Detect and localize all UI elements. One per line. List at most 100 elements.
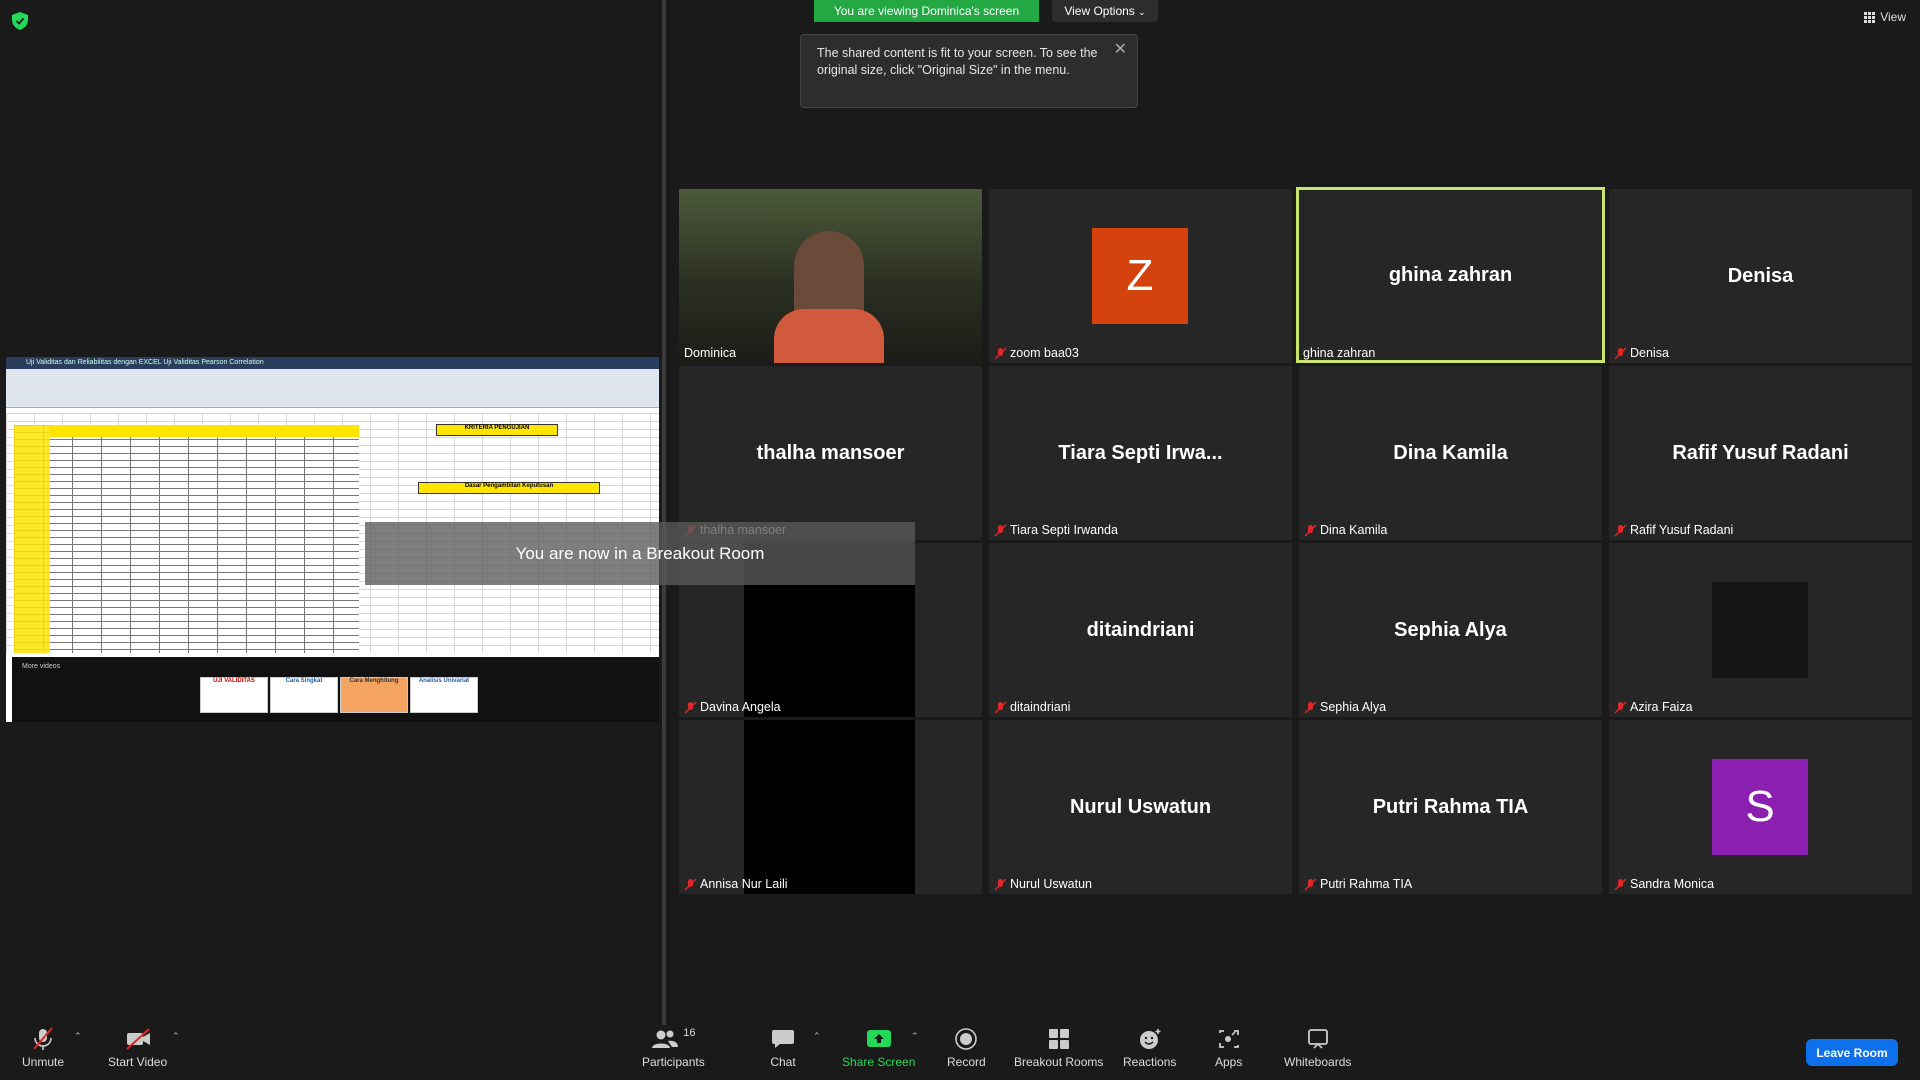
whiteboard-icon: [1307, 1029, 1328, 1049]
mic-muted-icon: [994, 523, 1007, 537]
participant-tile[interactable]: Nurul Uswatun Nurul Uswatun: [989, 720, 1292, 894]
reactions-label: Reactions: [1123, 1055, 1177, 1069]
record-button[interactable]: Record: [947, 1027, 986, 1069]
participant-label: Sephia Alya: [1304, 700, 1386, 714]
apps-icon: [1218, 1030, 1239, 1048]
chevron-up-icon[interactable]: ⌃: [813, 1031, 821, 1042]
chat-button[interactable]: Chat: [770, 1027, 796, 1069]
participant-tile[interactable]: Tiara Septi Irwa... Tiara Septi Irwanda: [989, 366, 1292, 540]
video-thumb[interactable]: Analisis Univariat: [410, 677, 478, 713]
participant-tile[interactable]: ditaindriani ditaindriani: [989, 543, 1292, 717]
video-thumb[interactable]: Cara Menghitung: [340, 677, 408, 713]
mic-muted-icon: [684, 877, 697, 891]
participant-label: Davina Angela: [684, 700, 781, 714]
mic-muted-icon: [994, 700, 1007, 714]
participant-display-name: thalha mansoer: [756, 441, 905, 464]
participant-name: Azira Faiza: [1630, 700, 1693, 714]
mic-muted-icon: [1614, 523, 1627, 537]
participant-tile[interactable]: Sephia Alya Sephia Alya: [1299, 543, 1602, 717]
tooltip-text: The shared content is fit to your screen…: [817, 46, 1098, 77]
participants-icon-group: 16: [651, 1027, 695, 1055]
pane-splitter[interactable]: [662, 0, 666, 1025]
participant-display-name: ghina zahran: [1388, 263, 1513, 286]
share-screen-button[interactable]: Share Screen: [842, 1027, 915, 1069]
data-table: [14, 425, 359, 653]
participants-icon: [652, 1030, 679, 1048]
participant-label: Tiara Septi Irwanda: [994, 523, 1118, 537]
participant-display-name: Nurul Uswatun: [1069, 795, 1212, 818]
chevron-up-icon[interactable]: ⌃: [172, 1031, 180, 1042]
leave-room-button[interactable]: Leave Room: [1806, 1039, 1898, 1066]
breakout-rooms-label: Breakout Rooms: [1014, 1055, 1104, 1069]
participant-display-name: Rafif Yusuf Radani: [1672, 441, 1849, 464]
participant-tile-active-speaker[interactable]: ghina zahran ghina zahran: [1296, 187, 1605, 363]
participant-name: Denisa: [1630, 346, 1669, 360]
view-layout-button[interactable]: View: [1864, 10, 1906, 24]
participant-name: zoom baa03: [1010, 346, 1079, 360]
video-thumb[interactable]: UJI VALIDITAS: [200, 677, 268, 713]
record-icon: [955, 1028, 978, 1050]
video-thumb[interactable]: Cara Singkat: [270, 677, 338, 713]
share-screen-icon: [866, 1030, 891, 1047]
close-icon[interactable]: ✕: [1114, 41, 1127, 58]
participant-name: Rafif Yusuf Radani: [1630, 523, 1734, 537]
mic-muted-icon: [684, 700, 697, 714]
participant-display-name: Dina Kamila: [1393, 441, 1508, 464]
whiteboards-button[interactable]: Whiteboards: [1284, 1027, 1351, 1069]
participant-name: Sephia Alya: [1320, 700, 1387, 714]
participant-label: Rafif Yusuf Radani: [1614, 523, 1733, 537]
participant-tile[interactable]: Denisa Denisa: [1609, 189, 1912, 363]
participant-name: Nurul Uswatun: [1010, 877, 1092, 891]
participant-display-name: Sephia Alya: [1394, 618, 1507, 641]
participants-button[interactable]: 16 Participants: [642, 1027, 705, 1069]
chat-icon: [772, 1030, 794, 1048]
reactions-button[interactable]: Reactions: [1123, 1027, 1176, 1069]
more-videos-label: More videos: [22, 663, 61, 670]
reactions-icon: [1139, 1029, 1161, 1049]
grid-icon: [1864, 11, 1876, 23]
participant-display-name: ditaindriani: [1086, 618, 1195, 641]
record-label: Record: [947, 1055, 986, 1069]
chevron-up-icon[interactable]: ⌃: [911, 1031, 919, 1042]
participant-tile[interactable]: Dina Kamila Dina Kamila: [1299, 366, 1602, 540]
criteria-title: KRITERIA PENGUJIAN: [436, 424, 558, 436]
unmute-label: Unmute: [22, 1055, 65, 1069]
avatar: S: [1712, 759, 1808, 855]
viewing-banner: You are viewing Dominica's screen: [814, 0, 1039, 22]
participant-label: Azira Faiza: [1614, 700, 1693, 714]
respondent-column: [14, 425, 50, 653]
participant-label: Sandra Monica: [1614, 877, 1714, 891]
breakout-rooms-button[interactable]: Breakout Rooms: [1014, 1027, 1103, 1069]
shield-check-icon[interactable]: [12, 12, 28, 30]
more-videos-panel: More videos UJI VALIDITAS Cara Singkat C…: [12, 657, 659, 722]
start-video-label: Start Video: [108, 1055, 168, 1069]
participants-count: 16: [683, 1027, 696, 1039]
participant-tile[interactable]: Z zoom baa03: [989, 189, 1292, 363]
start-video-button[interactable]: Start Video: [108, 1027, 167, 1069]
participant-name: Dominica: [684, 346, 737, 360]
participant-tile[interactable]: S Sandra Monica: [1609, 720, 1912, 894]
participant-label: Nurul Uswatun: [994, 877, 1092, 891]
participants-label: Participants: [642, 1055, 705, 1069]
participant-name: Annisa Nur Laili: [700, 877, 788, 891]
unmute-button[interactable]: Unmute: [22, 1027, 64, 1069]
participant-tile[interactable]: Annisa Nur Laili: [679, 720, 982, 894]
shared-screen-pane: Uji Validitas dan Reliabilitas dengan EX…: [0, 0, 664, 1025]
video-title: Uji Validitas dan Reliabilitas dengan EX…: [6, 357, 659, 369]
mic-muted-icon: [33, 1027, 53, 1050]
participant-label: Denisa: [1614, 346, 1669, 360]
mic-muted-icon: [1304, 877, 1317, 891]
mic-muted-icon: [1614, 700, 1627, 714]
apps-button[interactable]: Apps: [1215, 1027, 1242, 1069]
meeting-toolbar: Unmute ⌃ Start Video ⌃ 16 Participants C…: [0, 1025, 1920, 1080]
mic-muted-icon: [1304, 700, 1317, 714]
participant-tile[interactable]: Rafif Yusuf Radani Rafif Yusuf Radani: [1609, 366, 1912, 540]
participant-tile[interactable]: thalha mansoer thalha mansoer: [679, 366, 982, 540]
view-options-button[interactable]: View Options ⌄: [1052, 0, 1158, 22]
participant-tile[interactable]: Putri Rahma TIA Putri Rahma TIA: [1299, 720, 1602, 894]
chevron-up-icon[interactable]: ⌃: [74, 1031, 82, 1042]
participant-label: Dina Kamila: [1304, 523, 1387, 537]
participant-tile-dominica[interactable]: Dominica: [679, 189, 982, 363]
participant-tile[interactable]: Azira Faiza: [1609, 543, 1912, 717]
share-screen-label: Share Screen: [842, 1055, 916, 1069]
